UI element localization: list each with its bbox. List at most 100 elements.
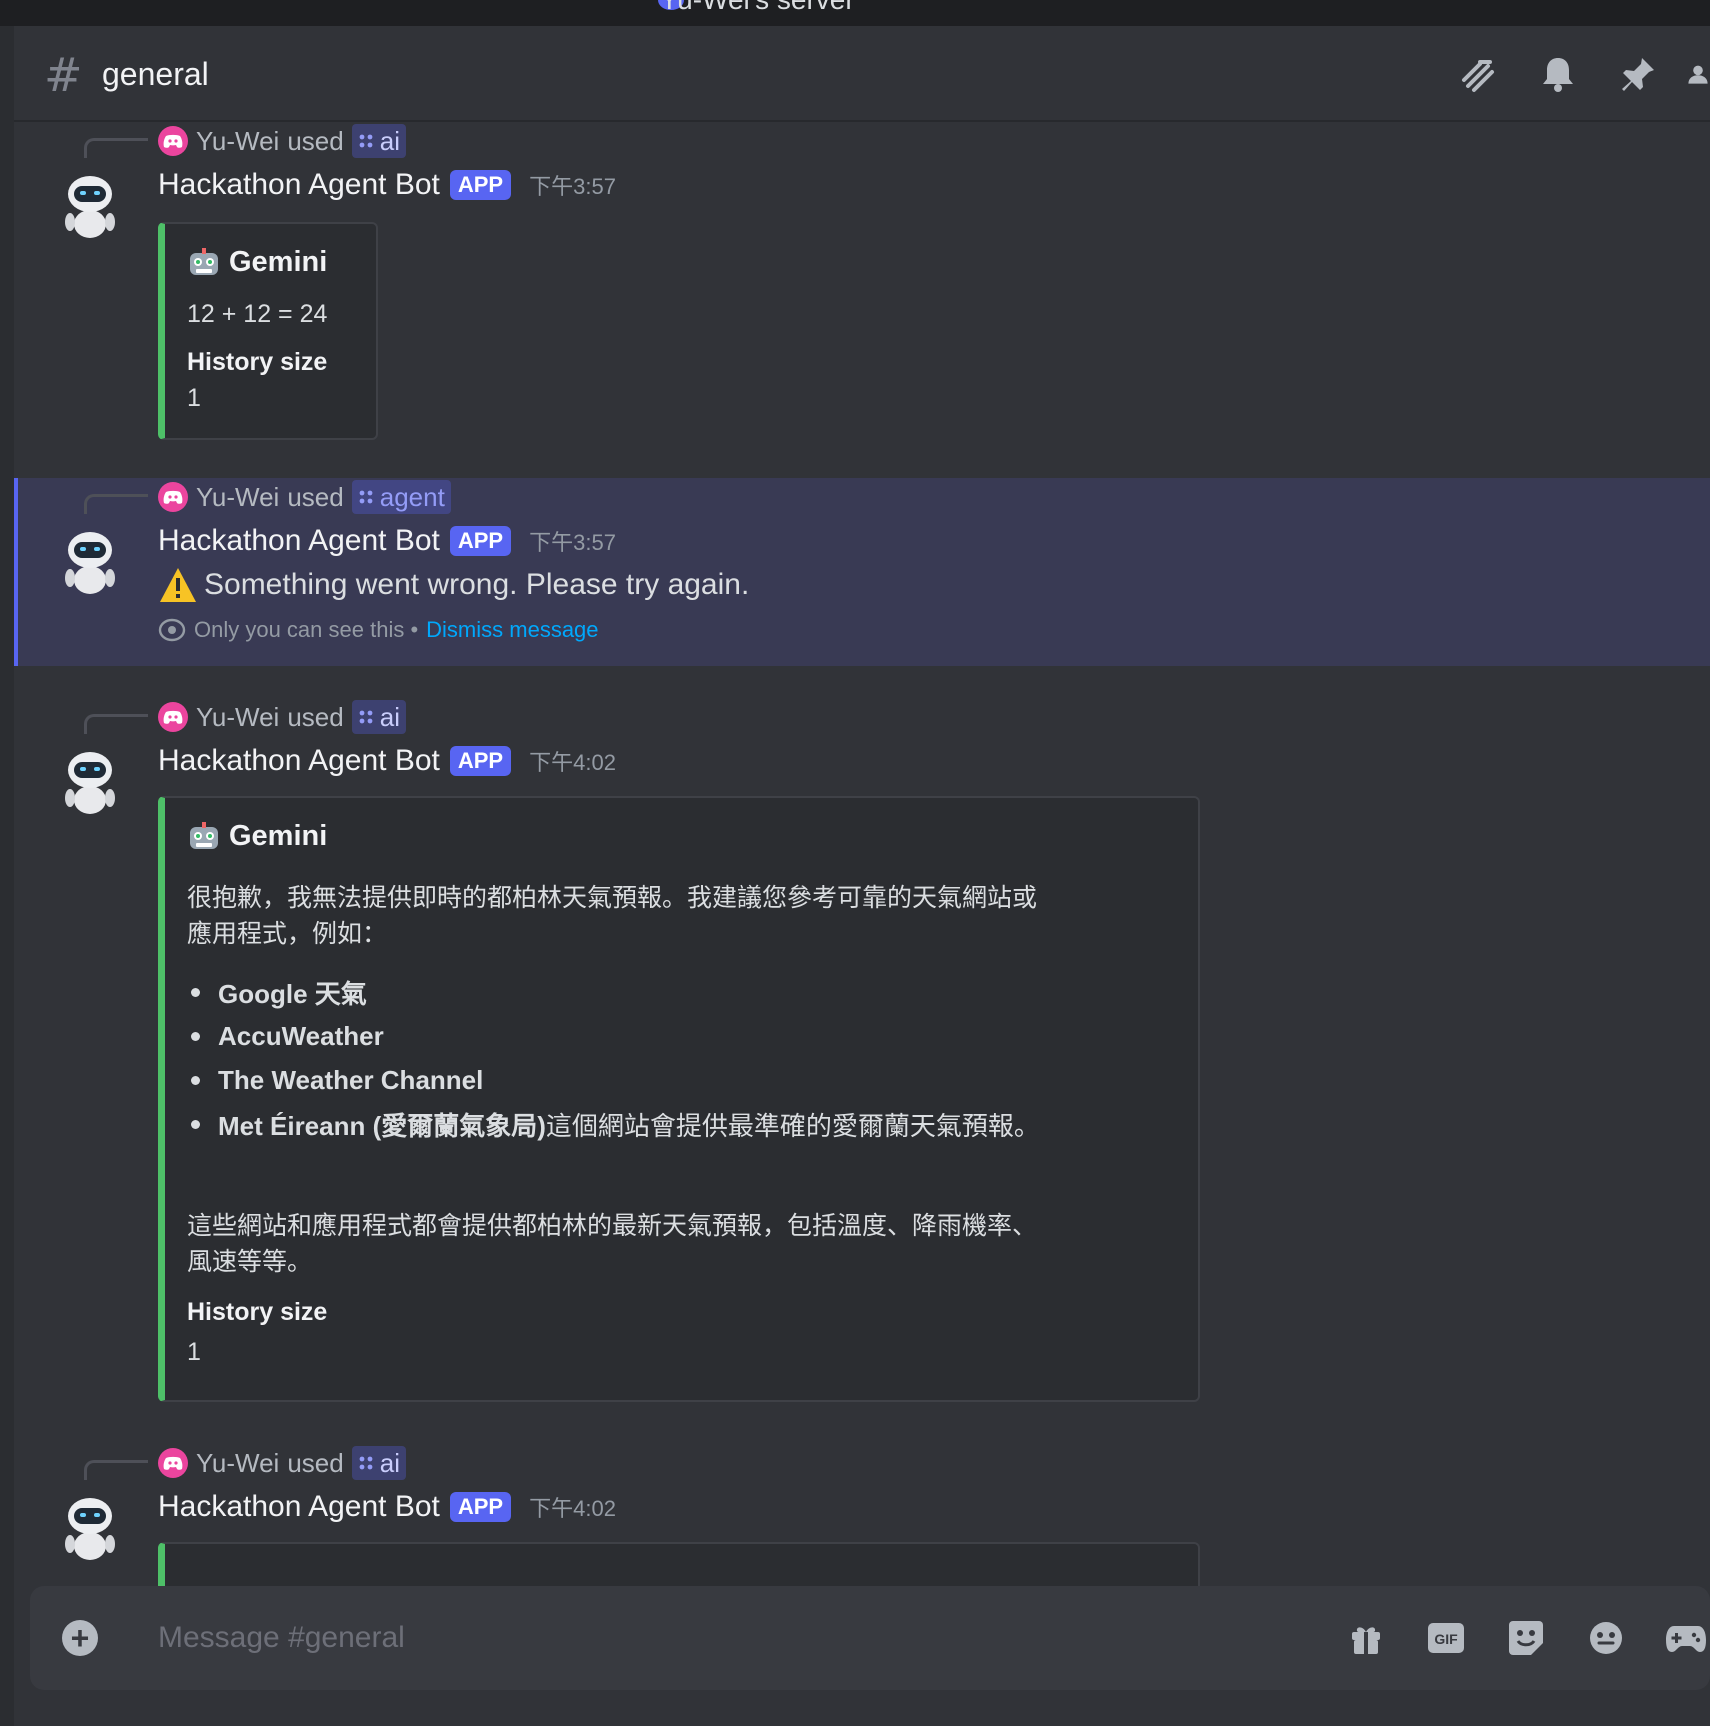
command-name: agent [379,481,445,512]
app-badge: APP [449,526,512,556]
channel-header: # general [14,26,1710,122]
message: Yu-Wei used ai Hackathon Agent Bot APP 下… [14,1446,1710,1608]
list-item-bold: Google 天氣 [218,978,367,1009]
interaction-reference[interactable]: Yu-Wei used agent [158,480,451,514]
user-avatar [158,1448,188,1478]
list-item: AccuWeather [191,1014,1040,1058]
message-list[interactable]: Yu-Wei used ai Hackathon Agent Bot APP 下… [14,124,1710,1608]
error-message: Something went wrong. Please try again. [158,566,749,604]
embed-title: Gemini [187,820,327,853]
command-icon [359,134,373,148]
used-text: used [287,481,344,512]
invoker-name[interactable]: Yu-Wei [196,126,279,157]
embed-card: Gemini 很抱歉，我無法提供即時的都柏林天氣預報。我建議您參考可靠的天氣網站… [158,796,1200,1402]
timestamp[interactable]: 下午3:57 [529,169,616,201]
slash-command-pill[interactable]: ai [351,1446,406,1480]
reply-spine [84,494,148,514]
app-badge: APP [449,746,512,776]
message-input[interactable] [158,1614,1158,1662]
message-header: Hackathon Agent Bot APP 下午4:02 [158,1490,616,1524]
list-item-text: 這個網站會提供最準確的愛爾蘭天氣預報。 [545,1110,1040,1141]
embed-title: Gemini [187,246,327,279]
emoji-icon[interactable] [1586,1618,1626,1658]
sticker-icon[interactable] [1506,1618,1546,1658]
embed-field-value: 1 [187,1338,201,1366]
reply-spine [84,1460,148,1480]
embed-description-line: 應用程式，例如： [187,920,388,948]
bot-avatar[interactable] [54,524,126,596]
threads-icon[interactable] [1454,50,1502,98]
bot-username[interactable]: Hackathon Agent Bot [158,744,440,778]
robot-emoji-icon [190,821,218,849]
list-item: Met Éireann (愛爾蘭氣象局) 這個網站會提供最準確的愛爾蘭天氣預報。 [191,1102,1040,1146]
gif-button[interactable]: GIF [1426,1618,1466,1658]
command-name: ai [379,125,400,156]
dismiss-message-link[interactable]: Dismiss message [426,617,598,643]
embed-description-line: 很抱歉，我無法提供即時的都柏林天氣預報。我建議您參考可靠的天氣網站或 [187,884,1038,912]
bot-avatar[interactable] [54,168,126,240]
command-name: ai [379,701,400,732]
window-titlebar: Yu-Wei's server [0,0,1710,26]
app-badge: APP [449,170,512,200]
channel-name: general [102,56,209,92]
invoker-name[interactable]: Yu-Wei [196,1448,279,1479]
embed-title-text: Gemini [229,246,328,278]
invoker-name[interactable]: Yu-Wei [196,482,279,513]
bot-username[interactable]: Hackathon Agent Bot [158,168,440,202]
bot-username[interactable]: Hackathon Agent Bot [158,1490,440,1524]
reply-spine [84,714,148,734]
message: Yu-Wei used ai Hackathon Agent Bot APP 下… [14,124,1710,484]
ephemeral-message: Yu-Wei used agent Hackathon Agent Bot AP… [14,478,1710,666]
message-header: Hackathon Agent Bot APP 下午3:57 [158,524,616,558]
gift-icon[interactable] [1346,1618,1386,1658]
bot-avatar[interactable] [54,1490,126,1562]
slash-command-pill[interactable]: agent [351,480,451,514]
bell-icon[interactable] [1534,50,1582,98]
pin-icon[interactable] [1614,50,1662,98]
reply-spine [84,138,148,158]
error-text: Something went wrong. Please try again. [204,568,750,601]
members-icon[interactable] [1686,50,1710,98]
message: Yu-Wei used ai Hackathon Agent Bot APP 下… [14,700,1710,1402]
interaction-reference[interactable]: Yu-Wei used ai [158,1446,406,1480]
embed-title-text: Gemini [229,820,328,852]
upload-plus-button[interactable]: + [62,1620,98,1656]
gif-label: GIF [1434,1631,1458,1647]
embed-description: 12 + 12 = 24 [187,300,328,328]
command-icon [359,490,373,504]
bot-username[interactable]: Hackathon Agent Bot [158,524,440,558]
command-icon [359,1456,373,1470]
apps-controller-icon[interactable] [1666,1618,1706,1658]
hashtag-icon: # [44,48,83,102]
embed-bullet-list: Google 天氣 AccuWeather The Weather Channe… [191,970,1040,1146]
embed-field-name: History size [187,348,328,376]
used-text: used [287,701,344,732]
user-avatar [158,702,188,732]
timestamp[interactable]: 下午4:02 [529,745,616,777]
eye-icon [158,618,186,642]
robot-emoji-icon [190,247,218,275]
embed-field-value: 1 [187,384,201,412]
list-item-bold: AccuWeather [218,1020,384,1051]
timestamp[interactable]: 下午3:57 [529,525,616,557]
used-text: used [287,125,344,156]
embed-description-line: 這些網站和應用程式都會提供都柏林的最新天氣預報，包括溫度、降雨機率、 [187,1212,1038,1240]
user-avatar [158,482,188,512]
message-composer: + GIF [30,1586,1710,1690]
embed-description-line: 風速等等。 [187,1248,313,1276]
user-avatar [158,126,188,156]
message-header: Hackathon Agent Bot APP 下午4:02 [158,744,616,778]
discord-app: # general Yu-Wei used ai Hackathon Agent… [0,26,1710,1726]
invoker-name[interactable]: Yu-Wei [196,702,279,733]
slash-command-pill[interactable]: ai [351,124,406,158]
interaction-reference[interactable]: Yu-Wei used ai [158,700,406,734]
message-header: Hackathon Agent Bot APP 下午3:57 [158,168,616,202]
used-text: used [287,1447,344,1478]
embed-field-name: History size [187,1298,328,1326]
embed-card: Gemini 12 + 12 = 24 History size 1 [158,222,378,440]
slash-command-pill[interactable]: ai [351,700,406,734]
timestamp[interactable]: 下午4:02 [529,1491,616,1523]
ephemeral-text: Only you can see this • [194,617,419,642]
bot-avatar[interactable] [54,744,126,816]
interaction-reference[interactable]: Yu-Wei used ai [158,124,406,158]
